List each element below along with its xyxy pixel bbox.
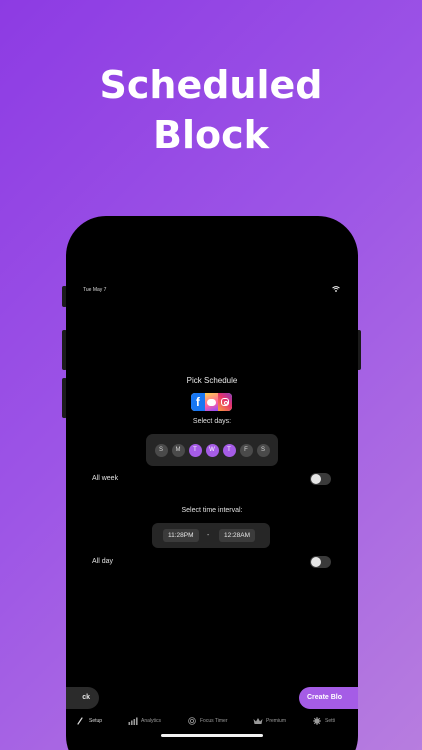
screen-title: Pick Schedule (186, 376, 238, 385)
tab-analytics[interactable]: Analytics (128, 717, 161, 725)
tab-analytics-label: Analytics (141, 718, 162, 724)
time-interval-picker: 11:28PM - 12:28AM (152, 523, 270, 548)
toggle-knob (311, 557, 321, 567)
headline-line-1: Scheduled (99, 63, 323, 107)
facebook-icon: f (191, 393, 205, 411)
create-block-button[interactable]: Create Blo (299, 687, 358, 709)
start-time-field[interactable]: 11:28PM (163, 529, 199, 542)
tab-settings-label: Setti (325, 718, 336, 724)
tab-settings[interactable]: Setti (312, 717, 335, 725)
headline: Scheduled Block (0, 60, 422, 160)
day-button-thursday[interactable]: T (222, 443, 236, 457)
tab-setup-label: Setup (89, 718, 103, 724)
all-week-label: All week (92, 475, 119, 482)
messenger-icon (204, 393, 219, 411)
headline-line-2: Block (153, 113, 269, 157)
wifi-icon (332, 286, 340, 292)
setup-icon (77, 717, 83, 725)
back-button[interactable]: ck (66, 687, 99, 709)
phone-screen: Tue May 7 Pick Schedule f Select days: S… (66, 216, 358, 750)
all-day-label: All day (92, 558, 114, 565)
all-week-toggle[interactable] (310, 473, 331, 485)
day-button-saturday[interactable]: S (256, 443, 270, 457)
time-separator: - (207, 532, 210, 539)
tab-premium[interactable]: Premium (253, 717, 286, 725)
day-button-tuesday[interactable]: T (188, 443, 202, 457)
tab-bar: Setup Analytics Focus Timer Premium Sett… (66, 717, 358, 733)
blocked-apps-icon[interactable]: f (191, 393, 232, 411)
day-button-monday[interactable]: M (171, 443, 185, 457)
day-picker: S M T W T F S (146, 434, 278, 466)
status-date: Tue May 7 (83, 287, 107, 293)
toggle-knob (311, 474, 321, 484)
all-day-toggle[interactable] (310, 556, 331, 568)
tab-premium-label: Premium (266, 718, 287, 724)
day-button-sunday[interactable]: S (154, 443, 168, 457)
tab-setup[interactable]: Setup (76, 717, 102, 725)
end-time-field[interactable]: 12:28AM (219, 529, 256, 542)
gear-icon (313, 717, 321, 725)
crown-icon (253, 718, 263, 724)
home-indicator[interactable] (161, 734, 263, 737)
instagram-icon (218, 393, 232, 411)
day-button-friday[interactable]: F (239, 443, 253, 457)
tab-focus-timer[interactable]: Focus Timer (187, 717, 228, 725)
days-label: Select days: (192, 418, 232, 425)
bar-chart-icon (128, 717, 138, 725)
interval-label: Select time interval: (181, 507, 243, 514)
day-button-wednesday[interactable]: W (205, 443, 219, 457)
target-icon (188, 717, 196, 725)
tab-focus-timer-label: Focus Timer (200, 718, 228, 724)
